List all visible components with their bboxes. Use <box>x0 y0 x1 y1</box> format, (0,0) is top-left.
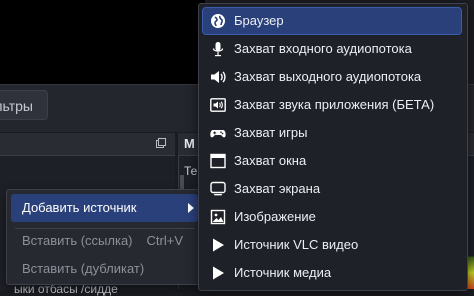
submenu-item-browser[interactable]: Браузер <box>202 7 462 35</box>
submenu-item-audio-input[interactable]: Захват входного аудиопотока <box>203 36 461 62</box>
submenu-item-label: Захват выходного аудиопотока <box>234 69 422 84</box>
submenu-item-label: Источник VLC видео <box>234 237 359 252</box>
dock-float-icon[interactable] <box>156 138 166 148</box>
submenu-arrow-icon <box>188 203 194 213</box>
submenu-item-audio-output[interactable]: Захват выходного аудиопотока <box>203 64 461 90</box>
submenu-item-label: Источник медиа <box>234 265 332 280</box>
menu-item-paste-reference-label: Вставить (ссылка) <box>22 233 133 248</box>
menu-item-add-source-label: Добавить источник <box>22 200 137 215</box>
submenu-item-vlc-source[interactable]: Источник VLC видео <box>203 232 461 258</box>
submenu-item-window-capture[interactable]: Захват окна <box>203 148 461 174</box>
mixer-dock-title: М <box>184 136 195 151</box>
sources-dock-header <box>0 133 175 156</box>
menu-item-add-source[interactable]: Добавить источник <box>11 194 198 222</box>
menu-item-paste-duplicate-label: Вставить (дубликат) <box>22 261 145 276</box>
menu-item-paste-reference[interactable]: Вставить (ссылка) Ctrl+V <box>11 227 198 255</box>
app-audio-icon <box>210 98 226 112</box>
monitor-icon <box>210 181 226 196</box>
submenu-item-media-source[interactable]: Источник медиа <box>203 260 461 286</box>
preview-canvas <box>0 0 205 84</box>
submenu-item-app-audio[interactable]: Захват звука приложения (БЕТА) <box>203 92 461 118</box>
submenu-item-label: Захват окна <box>234 153 307 168</box>
submenu-item-game-capture[interactable]: Захват игры <box>203 120 461 146</box>
play-icon <box>213 266 224 280</box>
menu-item-paste-duplicate[interactable]: Вставить (дубликат) <box>11 255 198 283</box>
window-icon <box>210 153 226 169</box>
speaker-icon <box>211 71 226 83</box>
context-menu: Добавить источник Вставить (ссылка) Ctrl… <box>6 189 203 285</box>
filters-button[interactable]: льтры <box>0 90 48 120</box>
filters-button-label: льтры <box>0 98 33 114</box>
menu-item-paste-reference-shortcut: Ctrl+V <box>146 233 183 248</box>
microphone-icon <box>212 42 224 57</box>
submenu-item-label: Захват игры <box>234 125 308 140</box>
submenu-item-label: Захват входного аудиопотока <box>234 41 412 56</box>
globe-icon <box>211 14 225 28</box>
submenu-item-label: Захват звука приложения (БЕТА) <box>234 97 435 112</box>
submenu-item-label: Захват экрана <box>234 181 321 196</box>
gamepad-icon <box>210 130 226 138</box>
mixer-dock-subtext: Те <box>184 164 198 178</box>
image-icon <box>210 209 226 225</box>
submenu-item-image[interactable]: Изображение <box>203 204 461 230</box>
play-icon <box>213 238 224 252</box>
submenu-item-label: Браузер <box>234 13 284 28</box>
submenu-item-display-capture[interactable]: Захват экрана <box>203 176 461 202</box>
add-source-submenu: Браузер Захват входного аудиопотока Захв… <box>198 3 468 291</box>
submenu-item-label: Изображение <box>234 209 316 224</box>
